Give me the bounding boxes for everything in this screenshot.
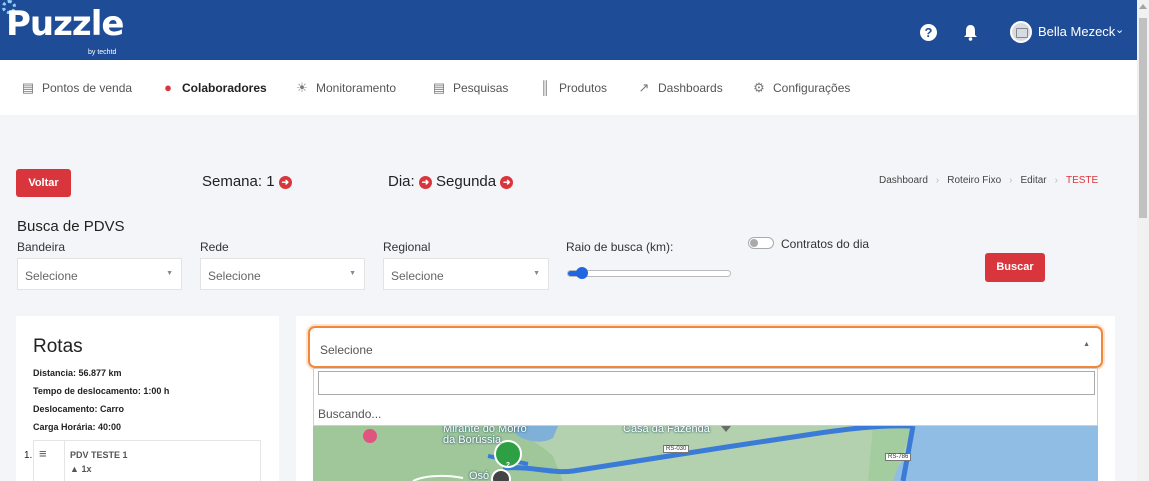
cogs-icon: ⚙	[753, 80, 765, 95]
drag-handle-icon[interactable]: ≡	[39, 446, 47, 461]
caret-down-icon: ▼	[349, 270, 356, 277]
divider	[64, 441, 65, 481]
help-icon[interactable]: ?	[920, 24, 937, 41]
bell-icon[interactable]	[963, 24, 978, 41]
map-label: Osó	[469, 470, 490, 481]
breadcrumb-separator-icon: ›	[1054, 175, 1058, 186]
avatar[interactable]	[1010, 21, 1032, 43]
dropdown-status: Buscando...	[318, 407, 382, 421]
dropdown-search-input[interactable]	[318, 371, 1095, 395]
breadcrumb: Dashboard › Roteiro Fixo › Editar › TEST…	[879, 175, 1098, 186]
breadcrumb-roteiro-fixo[interactable]: Roteiro Fixo	[947, 175, 1001, 186]
caret-up-icon: ▲	[1083, 341, 1090, 348]
nav-monitoramento[interactable]: ☀ Monitoramento	[294, 80, 396, 96]
day-label: Dia:	[388, 173, 415, 190]
caret-down-icon: ▼	[166, 270, 173, 277]
nav-pontos-de-venda[interactable]: ▤ Pontos de venda	[20, 80, 132, 96]
breadcrumb-separator-icon: ›	[1009, 175, 1013, 186]
monitor-icon: ☀	[296, 80, 308, 95]
survey-icon: ▤	[432, 80, 446, 95]
back-button[interactable]: Voltar	[16, 169, 71, 197]
nav-colaboradores[interactable]: ● Colaboradores	[160, 80, 267, 95]
nav-dashboards[interactable]: ↗ Dashboards	[636, 80, 723, 96]
route-item-number: 1.	[24, 450, 33, 461]
pdv-map-select-value: Selecione	[320, 343, 373, 357]
nav-pesquisas[interactable]: ▤ Pesquisas	[431, 80, 509, 96]
nav-label: Configurações	[773, 81, 851, 95]
bandeira-select[interactable]: Selecione ▼	[17, 258, 182, 290]
regional-value: Selecione	[391, 269, 444, 283]
chevron-down-icon[interactable]: ⌄	[1115, 23, 1124, 36]
map-marker-count: 2	[506, 462, 510, 469]
map-label: Casa da Fazenda	[623, 426, 710, 435]
users-icon: ●	[164, 80, 172, 95]
nav-produtos[interactable]: ║ Produtos	[537, 80, 607, 95]
rotas-distancia: Distancia: 56.877 km	[33, 368, 122, 378]
regional-label: Regional	[383, 240, 431, 254]
route-list-item[interactable]: 1. ≡ PDV TESTE 1 ▲ 1x	[24, 440, 261, 481]
nav-label: Pesquisas	[453, 81, 509, 95]
route-item-frequency-value: 1x	[81, 464, 92, 474]
breadcrumb-current: TESTE	[1065, 175, 1099, 186]
breadcrumb-editar[interactable]: Editar	[1021, 175, 1047, 186]
next-week-arrow-icon[interactable]: ➜	[278, 175, 292, 189]
scroll-thumb[interactable]	[1139, 18, 1147, 218]
page-scrollbar[interactable]	[1137, 0, 1149, 481]
bandeira-label: Bandeira	[17, 240, 66, 254]
store-icon: ▤	[21, 80, 35, 95]
next-day-arrow-icon[interactable]: ➜	[500, 175, 514, 189]
nav-label: Monitoramento	[316, 81, 397, 95]
regional-select[interactable]: Selecione ▼	[383, 258, 549, 290]
pdv-map-select[interactable]: Selecione ▲	[308, 326, 1103, 368]
breadcrumb-dashboard[interactable]: Dashboard	[879, 175, 928, 186]
rotas-tempo: Tempo de deslocamento: 1:00 h	[33, 386, 170, 396]
car-icon: ▲	[70, 464, 79, 474]
app-logo[interactable]: Puzzle	[6, 4, 124, 44]
road-shield: RS-030	[663, 445, 690, 453]
day-selector: Dia: ➜ Segunda ➜	[388, 173, 514, 190]
nav-label: Pontos de venda	[42, 81, 133, 95]
scroll-up-arrow[interactable]	[1139, 4, 1147, 9]
road-shield: RS-786	[885, 453, 912, 461]
route-item-name: PDV TESTE 1	[70, 450, 128, 460]
chart-icon: ↗	[638, 80, 650, 95]
search-button[interactable]: Buscar	[985, 253, 1045, 282]
nav-label: Dashboards	[658, 81, 723, 95]
rotas-carga: Carga Horária: 40:00	[33, 422, 122, 432]
route-map[interactable]: Mirante do Morro da Borússia Casa da Faz…	[313, 426, 1098, 481]
nav-label: Colaboradores	[182, 80, 267, 95]
contratos-toggle[interactable]	[748, 237, 774, 249]
rotas-title: Rotas	[33, 336, 83, 357]
raio-label: Raio de busca (km):	[566, 240, 674, 254]
breadcrumb-separator-icon: ›	[935, 175, 940, 186]
prev-day-arrow-icon[interactable]: ➜	[418, 175, 432, 189]
raio-slider-handle[interactable]	[576, 267, 588, 279]
rede-label: Rede	[200, 240, 229, 254]
week-selector: Semana: 1 ➜	[202, 173, 292, 190]
nav-configuracoes[interactable]: ⚙ Configurações	[751, 80, 850, 96]
user-name[interactable]: Bella Mezeck	[1038, 24, 1115, 39]
main-nav: ▤ Pontos de venda ● Colaboradores ☀ Moni…	[0, 60, 1137, 115]
logo-subtitle: by techtd	[88, 49, 117, 56]
rede-select[interactable]: Selecione ▼	[200, 258, 365, 290]
caret-down-icon: ▼	[533, 270, 540, 277]
rede-value: Selecione	[208, 269, 261, 283]
top-bar: Puzzle by techtd ? Bella Mezeck ⌄	[0, 0, 1137, 60]
nav-label: Produtos	[559, 80, 608, 95]
day-value: Segunda	[436, 173, 497, 190]
bandeira-value: Selecione	[25, 269, 78, 283]
busca-title: Busca de PDVS	[17, 218, 125, 235]
rotas-deslocamento: Deslocamento: Carro	[33, 404, 125, 414]
week-label: Semana: 1	[202, 173, 275, 190]
select-dropdown: Buscando...	[313, 368, 1098, 426]
raio-slider-track[interactable]	[567, 270, 731, 277]
barcode-icon: ║	[540, 80, 550, 95]
route-item-frequency: ▲ 1x	[70, 464, 91, 474]
rotas-panel: Rotas Distancia: 56.877 km Tempo de desl…	[16, 316, 279, 481]
map-label: da Borússia	[443, 434, 502, 446]
contratos-label: Contratos do dia	[781, 237, 870, 251]
